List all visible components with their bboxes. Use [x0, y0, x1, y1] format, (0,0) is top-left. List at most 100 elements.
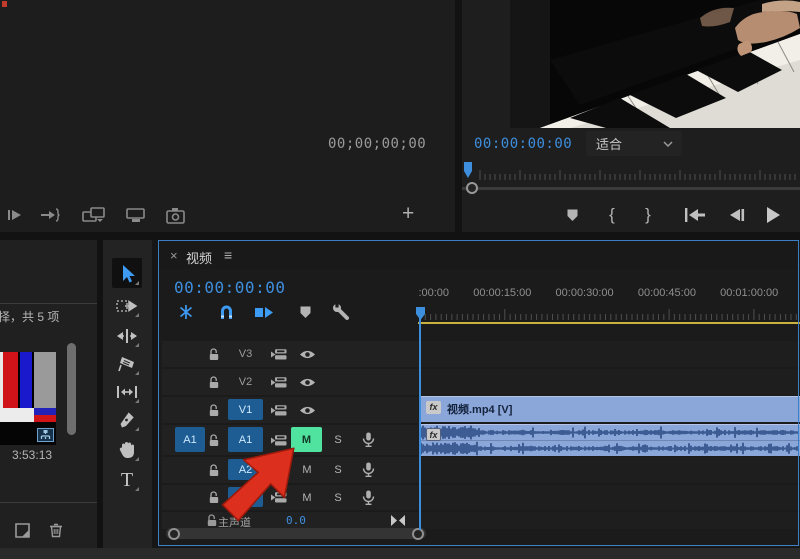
program-monitor-panel: 00:00:00:00 适合 { } [462, 0, 800, 232]
lift-icon[interactable] [122, 204, 150, 226]
program-scrub-handle[interactable] [466, 182, 478, 194]
overwrite-icon[interactable] [80, 204, 110, 226]
export-frame-icon[interactable] [164, 204, 188, 226]
track-row-v1: V1 [162, 397, 418, 423]
settings-wrench-icon[interactable] [330, 301, 352, 323]
insert-icon[interactable] [38, 206, 62, 224]
lock-icon[interactable] [208, 376, 220, 389]
new-item-icon[interactable] [12, 520, 32, 540]
zoom-level-select[interactable]: 适合 [586, 131, 682, 156]
track-target-button[interactable]: V3 [228, 341, 263, 367]
panel-divider-vertical[interactable] [455, 0, 462, 232]
timeline-tab-bar [159, 241, 799, 269]
tab-label-video[interactable]: 视频 [186, 248, 212, 267]
snap-magnet-icon[interactable] [216, 303, 236, 321]
program-ruler[interactable] [478, 167, 800, 181]
lock-icon[interactable] [208, 348, 220, 361]
ruler-label: 00:00:15:00 [473, 287, 531, 299]
tab-close-icon[interactable]: × [170, 248, 178, 263]
play-in-to-out-icon[interactable] [4, 206, 26, 224]
sync-lock-icon[interactable] [271, 404, 287, 417]
timeline-timecode[interactable]: 00:00:00:00 [174, 278, 285, 297]
step-back-icon[interactable] [726, 205, 748, 225]
program-timecode[interactable]: 00:00:00:00 [474, 136, 572, 152]
timeline-ruler-ticks[interactable] [418, 305, 800, 322]
timeline-hscrollbar[interactable] [166, 528, 426, 539]
trash-icon[interactable] [46, 520, 66, 540]
track-lane-v2[interactable] [418, 369, 800, 395]
track-lane-a3[interactable] [418, 485, 800, 510]
track-lane-a2[interactable] [418, 457, 800, 483]
audio-waveform-left [420, 425, 800, 440]
source-timecode[interactable]: 00;00;00;00 [328, 136, 426, 152]
mic-icon[interactable] [362, 490, 375, 506]
work-area-bar[interactable] [418, 322, 800, 324]
program-scrub-track[interactable] [462, 187, 800, 190]
track-row-v3: V3 [162, 341, 418, 367]
keyframe-toggle-icon[interactable] [388, 514, 408, 527]
hand-tool[interactable] [114, 438, 140, 462]
timeline-ruler-labels[interactable]: 00:00:00:0000:00:15:0000:00:30:0000:00:4… [418, 287, 800, 302]
pen-tool[interactable] [114, 408, 140, 432]
eye-icon[interactable] [299, 349, 316, 360]
slip-tool[interactable] [114, 380, 140, 404]
fx-badge: fx [426, 428, 441, 441]
video-preview[interactable] [510, 0, 800, 128]
panel-divider-horizontal[interactable] [0, 232, 800, 240]
audio-waveform-right [420, 441, 800, 456]
hscroll-handle-right[interactable] [412, 528, 424, 540]
ruler-label: 00:00:30:00 [556, 287, 614, 299]
track-select-tool[interactable] [114, 294, 140, 318]
mic-icon[interactable] [362, 432, 375, 448]
solo-button[interactable]: S [331, 485, 345, 510]
clip-duration: 3:53:13 [12, 448, 52, 462]
linked-selection-icon[interactable] [252, 303, 276, 321]
eye-icon[interactable] [299, 377, 316, 388]
type-tool[interactable]: T [114, 468, 140, 492]
piano-video-frame [510, 0, 800, 128]
project-panel: 选择，共 5 项 3:53:13 [0, 240, 97, 548]
track-lane-v3[interactable] [418, 341, 800, 367]
bar-red [3, 352, 18, 408]
timeline-playhead[interactable] [415, 306, 426, 321]
play-icon[interactable] [762, 204, 784, 226]
mute-button[interactable]: M [299, 457, 315, 483]
hscroll-handle-left[interactable] [168, 528, 180, 540]
chevron-down-icon [663, 141, 673, 147]
sync-lock-icon[interactable] [271, 348, 287, 361]
track-target-button[interactable]: V1 [228, 399, 263, 420]
lock-icon[interactable] [208, 404, 220, 417]
razor-tool[interactable] [114, 352, 140, 376]
mute-button[interactable]: M [299, 485, 315, 510]
program-playhead[interactable] [463, 161, 473, 179]
red-arrow-cursor [210, 444, 298, 528]
audio-clip[interactable]: fx [420, 424, 800, 456]
source-patch-button[interactable]: A1 [175, 427, 205, 452]
video-clip[interactable]: fx 视频.mp4 [V] [420, 396, 800, 422]
go-to-in-icon[interactable] [682, 205, 708, 225]
add-marker-icon[interactable] [562, 206, 582, 224]
ruler-label: 00:00:45:00 [638, 287, 696, 299]
eye-icon[interactable] [299, 405, 316, 416]
clip-thumbnail[interactable] [0, 352, 56, 445]
track-target-button[interactable]: V2 [228, 369, 263, 395]
solo-button[interactable]: S [331, 457, 345, 483]
strip-blue [34, 408, 56, 415]
selection-status-wrap: 选择，共 5 项 [0, 308, 97, 324]
video-clip-label: 视频.mp4 [V] [447, 401, 512, 417]
track-lane-master[interactable] [418, 512, 800, 529]
ripple-edit-tool[interactable] [114, 324, 140, 348]
source-monitor-panel: 00;00;00;00 + [0, 0, 455, 232]
panel-menu-icon[interactable]: ≡ [224, 247, 232, 263]
playhead-line[interactable] [419, 308, 421, 530]
button-editor-plus[interactable]: + [402, 202, 414, 226]
nest-insert-icon[interactable] [176, 303, 196, 321]
add-marker-icon-timeline[interactable] [296, 303, 314, 321]
solo-button[interactable]: S [331, 425, 345, 455]
mark-out-icon[interactable]: } [640, 204, 656, 226]
sync-lock-icon[interactable] [271, 376, 287, 389]
mark-in-icon[interactable]: { [604, 204, 620, 226]
selection-tool[interactable] [114, 262, 140, 286]
mic-icon[interactable] [362, 462, 375, 478]
project-scrollbar[interactable] [67, 343, 76, 435]
